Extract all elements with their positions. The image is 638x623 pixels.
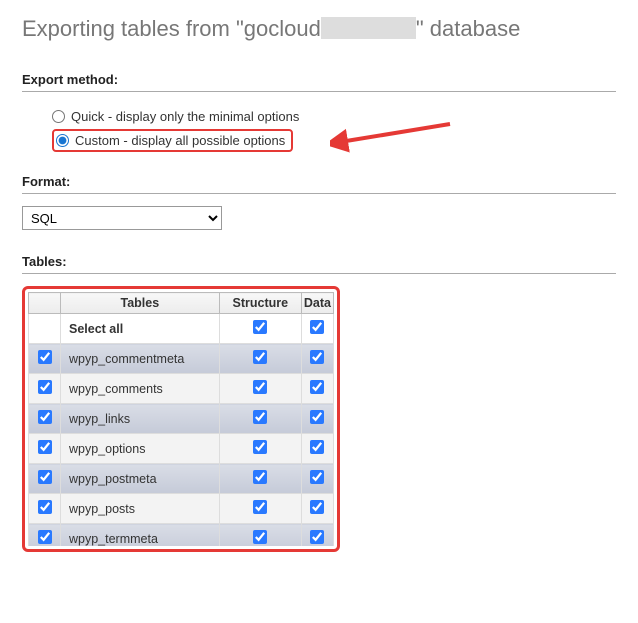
row-structure-checkbox[interactable] <box>253 350 267 364</box>
tables-highlight-box: Tables Structure Data Select allwpyp_com… <box>22 286 340 552</box>
redacted-db-name <box>321 17 416 39</box>
row-data-checkbox[interactable] <box>310 410 324 424</box>
custom-highlight-box: Custom - display all possible options <box>52 129 293 152</box>
row-structure-checkbox[interactable] <box>253 470 267 484</box>
row-data-checkbox[interactable] <box>310 500 324 514</box>
row-select-cell <box>29 404 61 434</box>
title-suffix: " database <box>416 16 520 41</box>
select-all-structure-cell <box>219 314 301 344</box>
th-tables: Tables <box>61 293 220 314</box>
row-structure-cell <box>219 524 301 547</box>
th-data: Data <box>301 293 333 314</box>
export-method-group: Quick - display only the minimal options… <box>22 104 616 152</box>
table-name-cell[interactable]: wpyp_commentmeta <box>61 344 220 374</box>
export-method-label: Export method: <box>22 72 616 92</box>
radio-custom-label: Custom - display all possible options <box>75 133 285 148</box>
radio-custom[interactable] <box>56 134 69 147</box>
row-structure-checkbox[interactable] <box>253 380 267 394</box>
row-select-cell <box>29 434 61 464</box>
row-select-checkbox[interactable] <box>38 500 52 514</box>
row-select-checkbox[interactable] <box>38 470 52 484</box>
radio-quick-label: Quick - display only the minimal options <box>71 109 299 124</box>
tables-table: Tables Structure Data Select allwpyp_com… <box>28 292 334 546</box>
row-structure-cell <box>219 344 301 374</box>
row-data-checkbox[interactable] <box>310 440 324 454</box>
row-select-checkbox[interactable] <box>38 530 52 544</box>
table-row: wpyp_options <box>29 434 334 464</box>
row-select-cell <box>29 524 61 547</box>
row-data-cell <box>301 404 333 434</box>
table-name-cell[interactable]: wpyp_comments <box>61 374 220 404</box>
select-all-label[interactable]: Select all <box>61 314 220 344</box>
radio-quick[interactable] <box>52 110 65 123</box>
row-data-cell <box>301 464 333 494</box>
select-all-data-cell <box>301 314 333 344</box>
table-row: wpyp_postmeta <box>29 464 334 494</box>
row-structure-cell <box>219 464 301 494</box>
table-row: wpyp_comments <box>29 374 334 404</box>
row-select-cell <box>29 464 61 494</box>
table-row: wpyp_links <box>29 404 334 434</box>
row-structure-checkbox[interactable] <box>253 440 267 454</box>
select-all-data-checkbox[interactable] <box>310 320 324 334</box>
row-data-cell <box>301 434 333 464</box>
row-structure-checkbox[interactable] <box>253 500 267 514</box>
row-structure-cell <box>219 434 301 464</box>
table-name-cell[interactable]: wpyp_options <box>61 434 220 464</box>
row-select-checkbox[interactable] <box>38 350 52 364</box>
row-select-cell <box>29 374 61 404</box>
tables-label: Tables: <box>22 254 616 274</box>
table-name-cell[interactable]: wpyp_postmeta <box>61 464 220 494</box>
format-select[interactable]: SQL <box>22 206 222 230</box>
row-structure-checkbox[interactable] <box>253 530 267 544</box>
tables-scroll[interactable]: Tables Structure Data Select allwpyp_com… <box>28 292 334 546</box>
row-select-checkbox[interactable] <box>38 380 52 394</box>
row-structure-cell <box>219 404 301 434</box>
row-data-cell <box>301 344 333 374</box>
table-row-select-all: Select all <box>29 314 334 344</box>
row-select-cell <box>29 494 61 524</box>
table-row: wpyp_posts <box>29 494 334 524</box>
table-name-cell[interactable]: wpyp_posts <box>61 494 220 524</box>
row-structure-checkbox[interactable] <box>253 410 267 424</box>
row-data-checkbox[interactable] <box>310 530 324 544</box>
row-data-checkbox[interactable] <box>310 470 324 484</box>
table-row: wpyp_termmeta <box>29 524 334 547</box>
th-structure: Structure <box>219 293 301 314</box>
row-select-cell <box>29 344 61 374</box>
row-select-checkbox[interactable] <box>38 440 52 454</box>
page-title: Exporting tables from "gocloud " database <box>22 16 616 42</box>
select-all-structure-checkbox[interactable] <box>253 320 267 334</box>
row-select-checkbox[interactable] <box>38 410 52 424</box>
row-data-cell <box>301 374 333 404</box>
th-lead <box>29 293 61 314</box>
row-data-checkbox[interactable] <box>310 350 324 364</box>
select-all-lead-cell <box>29 314 61 344</box>
format-label: Format: <box>22 174 616 194</box>
row-structure-cell <box>219 374 301 404</box>
table-name-cell[interactable]: wpyp_links <box>61 404 220 434</box>
table-name-cell[interactable]: wpyp_termmeta <box>61 524 220 547</box>
table-row: wpyp_commentmeta <box>29 344 334 374</box>
row-data-checkbox[interactable] <box>310 380 324 394</box>
row-data-cell <box>301 494 333 524</box>
row-data-cell <box>301 524 333 547</box>
row-structure-cell <box>219 494 301 524</box>
title-prefix: Exporting tables from "gocloud <box>22 16 321 41</box>
